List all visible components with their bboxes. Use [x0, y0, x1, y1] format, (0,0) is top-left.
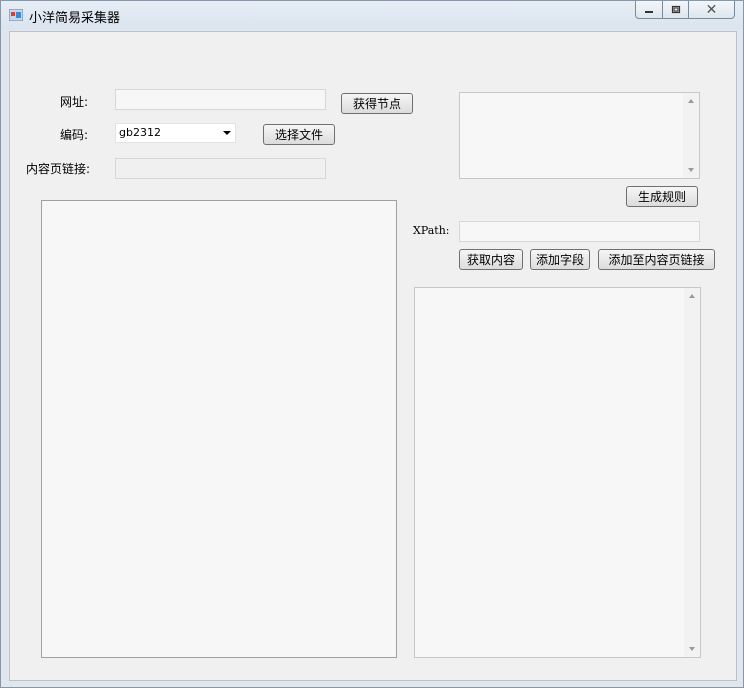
app-window: 小洋简易采集器 ✕ 网址: 获得节点 编码: gb2312 选择文件 内容页链接…: [0, 0, 744, 688]
url-label: 网址:: [60, 95, 89, 109]
rules-scrollbar[interactable]: [683, 93, 699, 178]
restore-icon: [671, 5, 680, 14]
minimize-button[interactable]: [635, 1, 663, 19]
content-scrollbar[interactable]: [684, 288, 700, 657]
close-button[interactable]: ✕: [689, 1, 735, 19]
scroll-down-icon[interactable]: [689, 647, 695, 651]
content-textarea[interactable]: [414, 287, 701, 658]
encoding-select[interactable]: gb2312: [115, 123, 236, 143]
xpath-input[interactable]: [459, 221, 700, 242]
scroll-down-icon[interactable]: [688, 168, 694, 172]
xpath-label: XPath:: [413, 224, 450, 237]
generate-rules-button[interactable]: 生成规则: [626, 186, 698, 207]
encoding-select-value: gb2312: [119, 126, 161, 139]
node-tree-panel[interactable]: [41, 200, 397, 658]
client-area: 网址: 获得节点 编码: gb2312 选择文件 内容页链接: 生成规则 XPa…: [9, 31, 737, 681]
window-title: 小洋简易采集器: [29, 11, 121, 26]
url-input[interactable]: [115, 89, 326, 110]
encoding-label: 编码:: [60, 128, 89, 142]
get-nodes-button[interactable]: 获得节点: [341, 93, 413, 114]
add-field-button[interactable]: 添加字段: [530, 249, 590, 270]
rules-textarea[interactable]: [459, 92, 700, 179]
add-to-content-link-button[interactable]: 添加至内容页链接: [598, 249, 715, 270]
window-controls: ✕: [635, 1, 735, 19]
get-content-button[interactable]: 获取内容: [459, 249, 523, 270]
scroll-up-icon[interactable]: [688, 99, 694, 103]
app-icon: [9, 9, 23, 21]
maximize-button[interactable]: [663, 1, 689, 19]
content-link-label: 内容页链接:: [26, 162, 91, 176]
chevron-down-icon: [223, 131, 231, 135]
content-link-input[interactable]: [115, 158, 326, 179]
close-icon: ✕: [705, 1, 718, 18]
choose-file-button[interactable]: 选择文件: [263, 124, 335, 145]
scroll-up-icon[interactable]: [689, 294, 695, 298]
title-bar[interactable]: 小洋简易采集器 ✕: [1, 1, 743, 29]
minimize-icon: [645, 10, 653, 13]
